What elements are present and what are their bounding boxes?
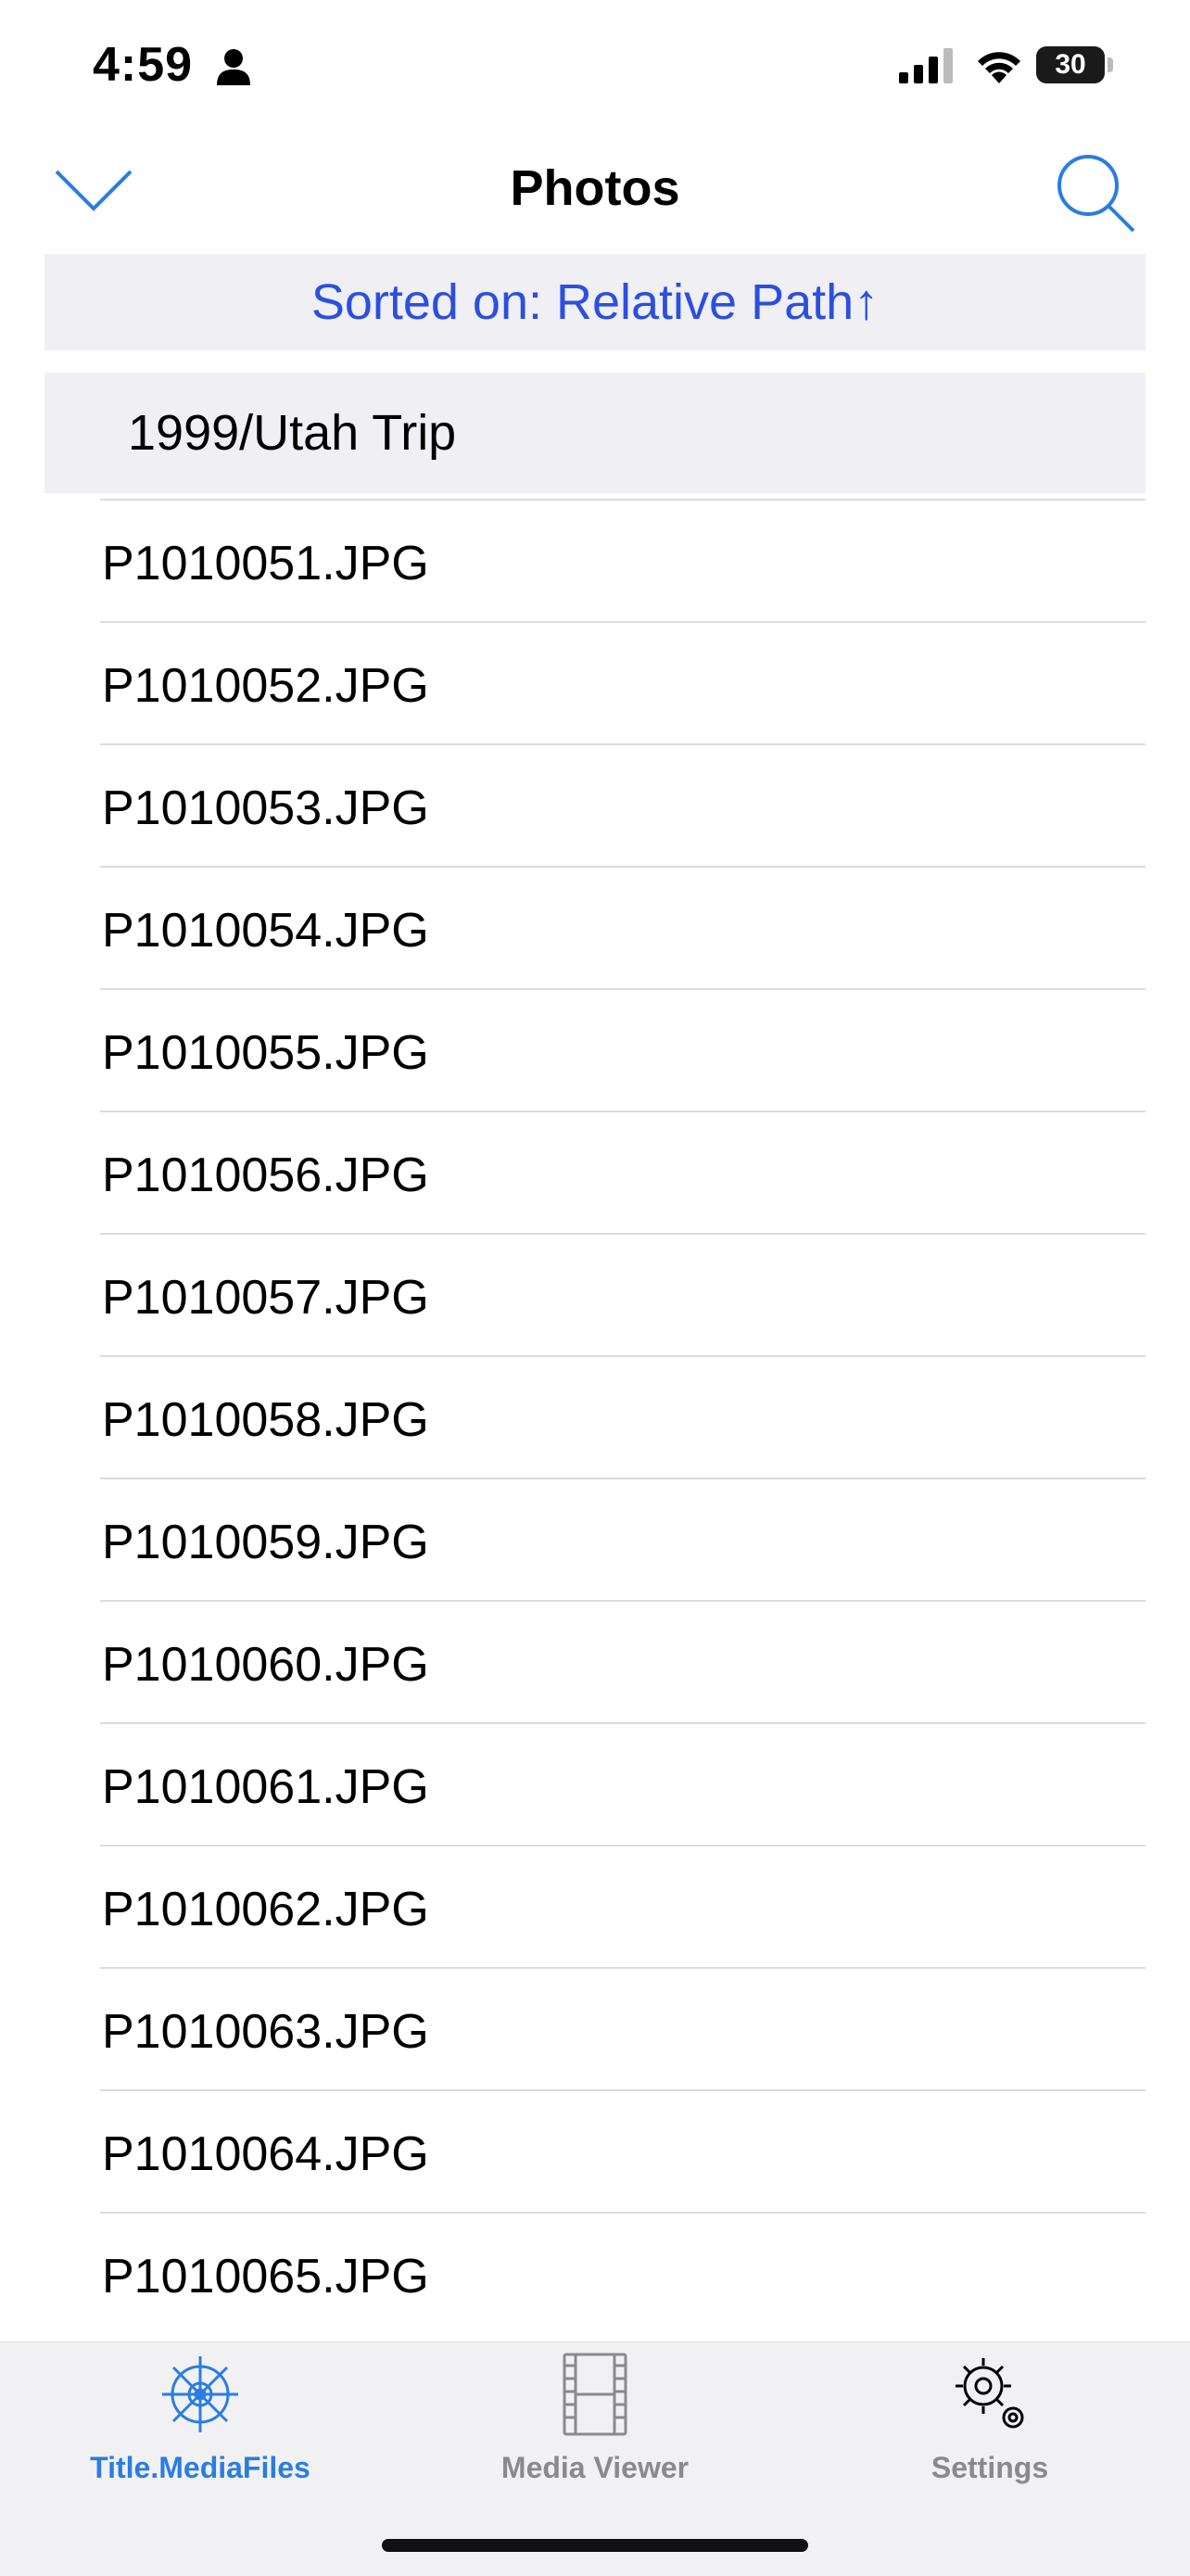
file-name: P1010063.JPG <box>102 2005 429 2059</box>
file-name: P1010057.JPG <box>102 1271 429 1325</box>
list-item[interactable]: P1010054.JPG <box>0 866 1190 988</box>
tab-settings[interactable]: Settings <box>851 2353 1129 2485</box>
list-item[interactable]: P1010065.JPG <box>0 2212 1190 2334</box>
ship-wheel-icon <box>162 2356 238 2432</box>
battery-tip <box>1108 57 1113 72</box>
cellular-signal-icon <box>899 48 953 83</box>
file-name: P1010064.JPG <box>102 2127 429 2181</box>
row-separator <box>100 1233 1146 1235</box>
file-name: P1010054.JPG <box>102 904 429 958</box>
home-indicator <box>382 2539 808 2552</box>
list-item[interactable]: P1010060.JPG <box>0 1600 1190 1722</box>
list-item[interactable]: P1010062.JPG <box>0 1845 1190 1967</box>
row-separator <box>100 988 1146 990</box>
list-item[interactable]: P1010051.JPG <box>0 499 1190 621</box>
row-separator <box>100 1355 1146 1357</box>
battery-indicator: 30 <box>1036 46 1105 83</box>
person-icon <box>217 49 250 85</box>
row-separator <box>100 1600 1146 1602</box>
file-name: P1010056.JPG <box>102 1148 429 1202</box>
page-title: Photos <box>510 160 680 216</box>
status-bar: 4:59 30 <box>0 0 1190 130</box>
row-separator <box>100 1845 1146 1846</box>
file-name: P1010062.JPG <box>102 1883 429 1936</box>
row-separator <box>100 499 1146 501</box>
row-separator <box>100 743 1146 745</box>
sort-label: Sorted on: Relative Path↑ <box>310 274 880 330</box>
list-item[interactable]: P1010053.JPG <box>0 743 1190 866</box>
row-separator <box>100 866 1146 868</box>
tab-media-viewer[interactable]: Media Viewer <box>456 2353 734 2485</box>
row-separator <box>100 1478 1146 1479</box>
section-title: 1999/Utah Trip <box>128 405 457 461</box>
file-name: P1010058.JPG <box>102 1393 429 1447</box>
tab-label: Media Viewer <box>500 2451 690 2484</box>
sort-bar[interactable]: Sorted on: Relative Path↑ <box>44 254 1146 350</box>
list-item[interactable]: P1010057.JPG <box>0 1233 1190 1355</box>
row-separator <box>100 2212 1146 2214</box>
film-strip-icon <box>563 2353 627 2436</box>
wifi-icon <box>978 52 1020 83</box>
row-separator <box>100 1722 1146 1724</box>
list-item[interactable]: P1010058.JPG <box>0 1355 1190 1478</box>
file-name: P1010060.JPG <box>102 1638 429 1692</box>
row-separator <box>100 1110 1146 1112</box>
list-item[interactable]: P1010064.JPG <box>0 2089 1190 2212</box>
file-name: P1010059.JPG <box>102 1516 429 1569</box>
file-name: P1010061.JPG <box>102 1760 429 1814</box>
row-separator <box>100 2089 1146 2091</box>
tab-label: Title.MediaFiles <box>90 2451 310 2484</box>
file-name: P1010052.JPG <box>102 659 429 713</box>
list-item[interactable]: P1010055.JPG <box>0 988 1190 1110</box>
list-item[interactable]: P1010061.JPG <box>0 1722 1190 1845</box>
row-separator <box>100 621 1146 623</box>
gears-icon <box>956 2358 1024 2429</box>
list-item[interactable]: P1010052.JPG <box>0 621 1190 743</box>
list-item[interactable]: P1010056.JPG <box>0 1110 1190 1233</box>
tab-label: Settings <box>930 2451 1049 2484</box>
list-item[interactable]: P1010059.JPG <box>0 1478 1190 1600</box>
tab-media-files[interactable]: Title.MediaFiles <box>61 2353 339 2485</box>
file-name: P1010065.JPG <box>102 2250 429 2303</box>
file-name: P1010055.JPG <box>102 1026 429 1080</box>
file-name: P1010051.JPG <box>102 537 429 590</box>
file-name: P1010053.JPG <box>102 781 429 835</box>
battery-level: 30 <box>1055 49 1086 80</box>
file-list: P1010051.JPG P1010052.JPG P1010053.JPG P101… <box>0 499 1190 2334</box>
search-icon[interactable] <box>1055 152 1136 234</box>
list-item[interactable]: P1010063.JPG <box>0 1967 1190 2089</box>
row-separator <box>100 1967 1146 1969</box>
status-time: 4:59 <box>93 38 194 92</box>
